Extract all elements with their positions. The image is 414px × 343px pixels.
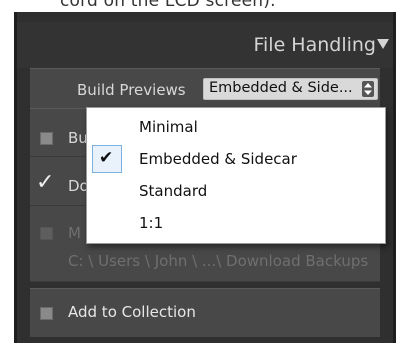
backup-path: C: \ Users \ John \ ...\ Download Backup…	[68, 252, 369, 270]
build-previews-selected-value[interactable]: Embedded & Side...	[209, 80, 353, 96]
menu-item-standard[interactable]: Standard	[139, 182, 207, 200]
triangle-down-icon[interactable]	[377, 39, 389, 49]
add-to-collection-checkbox[interactable]	[40, 307, 53, 320]
menu-item-1-1[interactable]: 1:1	[139, 214, 163, 232]
option-checkbox-disabled[interactable]	[40, 227, 53, 240]
caption-text: cord on the LCD screen).	[60, 0, 276, 11]
option-label-disabled: M	[68, 224, 81, 242]
divider	[30, 281, 380, 282]
build-previews-label: Build Previews	[77, 81, 186, 99]
option-label: Bu	[68, 129, 88, 147]
checkmark-icon[interactable]: ✓	[36, 172, 54, 194]
option-checkbox[interactable]	[40, 132, 53, 145]
menu-item-embedded-sidecar[interactable]: Embedded & Sidecar	[139, 150, 297, 168]
checkmark-icon: ✔	[99, 148, 114, 168]
panel-title[interactable]: File Handling	[253, 34, 376, 56]
caption-strip: cord on the LCD screen).	[0, 0, 414, 12]
menu-item-minimal[interactable]: Minimal	[139, 118, 198, 136]
build-previews-dropdown-menu	[86, 107, 386, 244]
add-to-collection-label[interactable]: Add to Collection	[68, 303, 196, 321]
up-down-arrows-icon[interactable]	[362, 81, 374, 97]
